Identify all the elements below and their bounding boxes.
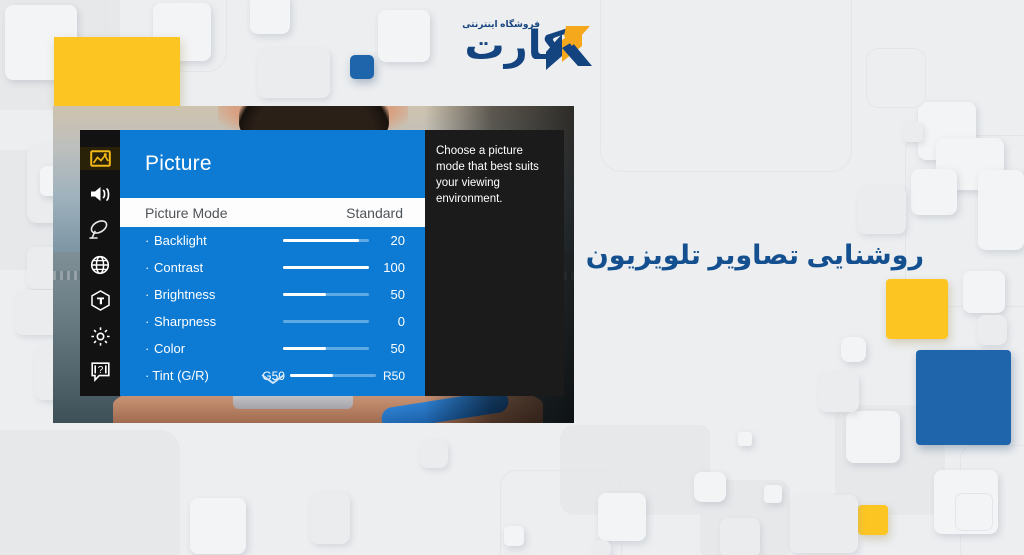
bg-square (911, 169, 957, 215)
bg-square-blue (350, 55, 374, 79)
sound-icon[interactable] (80, 183, 120, 206)
bg-square (841, 337, 866, 362)
row-label: Color (154, 341, 186, 356)
bg-square (764, 485, 782, 503)
support-icon[interactable]: ? (80, 360, 120, 383)
bg-square (977, 315, 1007, 345)
bg-square (738, 432, 752, 446)
bg-square (866, 48, 926, 108)
bg-square (858, 186, 906, 234)
picture-mode-value: Standard (346, 204, 403, 221)
bg-square (0, 430, 180, 555)
slider-fill (283, 266, 369, 269)
osd-row-contrast[interactable]: · Contrast 100 (120, 254, 425, 281)
broadcasting-icon[interactable] (80, 218, 120, 241)
bg-square (593, 540, 611, 555)
row-track[interactable] (264, 239, 369, 242)
osd-title: Picture (145, 152, 212, 175)
backlight-slider[interactable] (283, 239, 369, 242)
bg-square (250, 0, 290, 34)
bg-square (310, 492, 350, 544)
row-value: 100 (383, 260, 405, 275)
osd-description: Choose a picture mode that best suits yo… (425, 130, 564, 396)
tv-osd-menu: ? Picture Picture Mode Standard · Backli… (80, 130, 564, 396)
picture-mode-label: Picture Mode (145, 204, 228, 221)
bg-square (378, 10, 430, 62)
bg-square-yellow (54, 37, 180, 107)
bg-square-yellow (886, 279, 948, 339)
bg-square (978, 170, 1024, 250)
row-bullet: · (145, 287, 150, 302)
osd-row-sharpness[interactable]: · Sharpness 0 (120, 308, 425, 335)
row-label: Backlight (154, 233, 207, 248)
bg-square (903, 122, 923, 142)
bg-square (720, 518, 760, 555)
row-value: 50 (390, 287, 405, 302)
bg-square (258, 48, 330, 98)
site-logo[interactable]: فروشگاه اینترنتی کارت (438, 14, 598, 76)
row-track[interactable] (264, 347, 369, 350)
sharpness-slider[interactable] (283, 320, 369, 323)
slider-fill (283, 239, 359, 242)
bg-square (790, 495, 858, 553)
tv-screen: ? Picture Picture Mode Standard · Backli… (53, 106, 574, 423)
bg-square-yellow (858, 505, 888, 535)
bg-square (600, 0, 852, 172)
bg-square (955, 493, 993, 531)
gear-icon[interactable] (80, 325, 120, 348)
slider-fill (283, 293, 326, 296)
osd-row-color[interactable]: · Color 50 (120, 335, 425, 362)
bg-square (190, 498, 246, 554)
bg-square (420, 440, 448, 468)
bg-square (846, 411, 900, 463)
poster-canvas: فروشگاه اینترنتی کارت روشنایی تصاویر تلو… (0, 0, 1024, 555)
row-label: Contrast (154, 260, 204, 275)
row-label: Brightness (154, 287, 216, 302)
color-slider[interactable] (283, 347, 369, 350)
osd-sidebar: ? (80, 130, 120, 396)
network-icon[interactable] (80, 254, 120, 277)
row-label: Sharpness (154, 314, 217, 329)
row-track[interactable] (264, 266, 369, 269)
row-bullet: · (145, 314, 150, 329)
bg-square (819, 372, 859, 412)
osd-row-brightness[interactable]: · Brightness 50 (120, 281, 425, 308)
page-headline: روشنایی تصاویر تلویزیون (585, 240, 924, 270)
smart-hub-icon[interactable] (80, 289, 120, 312)
row-bullet: · (145, 260, 150, 275)
bg-square (963, 271, 1005, 313)
row-value: 20 (390, 233, 405, 248)
row-bullet: · (145, 341, 150, 356)
picture-icon[interactable] (80, 147, 120, 170)
bg-square-blue (916, 350, 1011, 445)
chevron-down-icon[interactable] (120, 372, 425, 390)
bg-square (694, 472, 726, 502)
svg-text:?: ? (97, 365, 103, 376)
row-track[interactable] (264, 293, 369, 296)
slider-fill (283, 347, 326, 350)
osd-row-picture-mode[interactable]: Picture Mode Standard (120, 198, 425, 227)
bg-square (598, 493, 646, 541)
brightness-slider[interactable] (283, 293, 369, 296)
row-track[interactable] (264, 320, 369, 323)
osd-row-backlight[interactable]: · Backlight 20 (120, 227, 425, 254)
bg-square (504, 526, 524, 546)
logo-k-mark (546, 26, 592, 70)
row-bullet: · (145, 233, 150, 248)
osd-main-panel: Picture Picture Mode Standard · Backligh… (120, 130, 425, 396)
row-value: 50 (390, 341, 405, 356)
row-value: 0 (397, 314, 405, 329)
contrast-slider[interactable] (283, 266, 369, 269)
